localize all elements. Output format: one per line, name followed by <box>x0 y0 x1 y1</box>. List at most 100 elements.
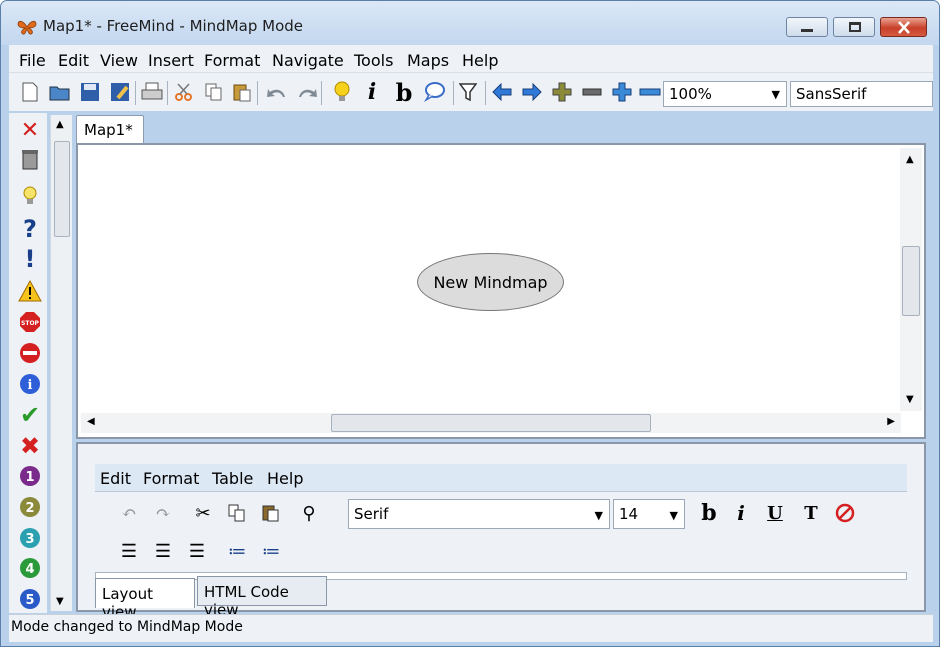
add-child-node-icon[interactable] <box>551 81 573 103</box>
scroll-up-arrow-icon[interactable]: ▲ <box>56 119 64 130</box>
editor-menu-format[interactable]: Format <box>143 469 199 488</box>
exclamation-icon[interactable]: ! <box>17 245 43 273</box>
scroll-down-arrow-icon[interactable]: ▼ <box>56 596 64 607</box>
paste-icon[interactable] <box>260 502 282 524</box>
idea-bulb-icon[interactable] <box>331 81 353 103</box>
note-bubble-icon[interactable] <box>423 81 445 103</box>
zoom-select[interactable]: 100% ▼ <box>663 81 787 107</box>
map-horizontal-scrollbar[interactable]: ◀ ▶ <box>81 413 901 433</box>
tab-map1[interactable]: Map1* <box>76 115 144 143</box>
bold-icon[interactable]: b <box>698 500 720 526</box>
warning-icon[interactable] <box>17 278 43 304</box>
scrollbar-thumb[interactable] <box>331 414 651 432</box>
bullet-list-icon[interactable]: ≔ <box>226 540 248 562</box>
copy-icon[interactable] <box>203 81 225 103</box>
undo-icon[interactable] <box>265 81 287 103</box>
scrollbar-thumb[interactable] <box>54 141 70 237</box>
editor-menu-table[interactable]: Table <box>212 469 253 488</box>
redo-icon[interactable] <box>295 81 317 103</box>
mindmap-canvas[interactable]: New Mindmap <box>81 148 901 411</box>
clear-format-icon[interactable] <box>834 502 856 524</box>
editor-menu-edit[interactable]: Edit <box>100 469 131 488</box>
menu-help[interactable]: Help <box>462 51 498 70</box>
editor-font-select[interactable]: Serif ▼ <box>348 499 610 529</box>
menu-tools[interactable]: Tools <box>354 51 393 70</box>
cut-icon[interactable]: ✂ <box>192 502 214 524</box>
back-arrow-icon[interactable] <box>491 81 513 103</box>
tab-layout-view[interactable]: Layout view <box>95 578 195 621</box>
priority-2-icon[interactable]: 2 <box>17 494 43 520</box>
priority-5-icon[interactable]: 5 <box>17 586 43 612</box>
menu-maps[interactable]: Maps <box>407 51 449 70</box>
no-entry-icon[interactable] <box>17 340 43 366</box>
italic-icon[interactable]: i <box>730 501 752 525</box>
trash-icon[interactable] <box>17 146 43 172</box>
zoom-out-icon[interactable] <box>639 81 661 103</box>
menu-file[interactable]: File <box>19 51 46 70</box>
zoom-in-icon[interactable] <box>611 81 633 103</box>
menu-navigate[interactable]: Navigate <box>272 51 344 70</box>
editor-font-value: Serif <box>354 505 389 523</box>
butterfly-icon <box>17 20 37 35</box>
editor-menu-bar: Edit Format Table Help <box>95 464 907 492</box>
scroll-left-arrow-icon[interactable]: ◀ <box>87 416 95 427</box>
bold-icon[interactable]: b <box>393 78 415 107</box>
map-frame: New Mindmap ▲ ▼ ◀ ▶ <box>76 143 926 439</box>
editor-size-select[interactable]: 14 ▼ <box>613 499 685 529</box>
open-folder-icon[interactable] <box>49 81 71 103</box>
scroll-down-arrow-icon[interactable]: ▼ <box>906 394 914 405</box>
stop-sign-icon[interactable]: STOP <box>17 309 43 335</box>
red-x-icon[interactable]: ✖ <box>17 432 43 460</box>
note-editor: Edit Format Table Help ↶ ↷ ✂ ⚲ Serif ▼ 14… <box>76 442 926 621</box>
idea-bulb-icon[interactable] <box>17 183 43 209</box>
tab-html-code-view[interactable]: HTML Code view <box>197 576 327 619</box>
close-button[interactable] <box>880 17 927 37</box>
undo-icon[interactable]: ↶ <box>118 502 140 524</box>
save-icon[interactable] <box>79 81 101 103</box>
question-icon[interactable]: ? <box>17 215 43 243</box>
scroll-right-arrow-icon[interactable]: ▶ <box>887 416 895 427</box>
maximize-button[interactable] <box>833 17 875 37</box>
underline-icon[interactable]: U <box>764 502 786 524</box>
forward-arrow-icon[interactable] <box>521 81 543 103</box>
menu-format[interactable]: Format <box>204 51 260 70</box>
italic-icon[interactable]: i <box>361 79 383 105</box>
filter-icon[interactable] <box>457 81 479 103</box>
copy-icon[interactable] <box>226 502 248 524</box>
save-as-icon[interactable] <box>109 81 131 103</box>
icon-panel: ✕ ? ! STOP i ✔ ✖ 1 2 3 4 5 <box>9 113 47 613</box>
print-icon[interactable] <box>141 81 163 103</box>
scrollbar-thumb[interactable] <box>902 246 920 316</box>
numbered-list-icon[interactable]: ≔ <box>260 540 282 562</box>
align-center-icon[interactable]: ☰ <box>152 540 174 562</box>
priority-4-icon[interactable]: 4 <box>17 555 43 581</box>
find-binoculars-icon[interactable]: ⚲ <box>298 502 320 524</box>
svg-text:i: i <box>28 378 33 393</box>
new-file-icon[interactable] <box>19 81 41 103</box>
paste-icon[interactable] <box>231 81 253 103</box>
menu-view[interactable]: View <box>100 51 138 70</box>
info-icon[interactable]: i <box>17 371 43 397</box>
menu-edit[interactable]: Edit <box>58 51 89 70</box>
redo-icon[interactable]: ↷ <box>152 502 174 524</box>
align-right-icon[interactable]: ☰ <box>186 540 208 562</box>
minimize-button[interactable] <box>786 17 828 37</box>
priority-3-icon[interactable]: 3 <box>17 525 43 551</box>
scroll-up-arrow-icon[interactable]: ▲ <box>906 154 914 165</box>
align-left-icon[interactable]: ☰ <box>118 540 140 562</box>
svg-text:STOP: STOP <box>21 320 40 327</box>
editor-menu-help[interactable]: Help <box>267 469 303 488</box>
text-color-icon[interactable]: T <box>800 502 822 524</box>
svg-text:1: 1 <box>25 470 34 485</box>
checkmark-icon[interactable]: ✔ <box>17 401 43 429</box>
cut-icon[interactable] <box>173 81 195 103</box>
icon-panel-scrollbar[interactable]: ▲ ▼ <box>50 115 72 611</box>
remove-icon-x-icon[interactable]: ✕ <box>17 117 43 143</box>
remove-node-icon[interactable] <box>581 81 603 103</box>
map-vertical-scrollbar[interactable]: ▲ ▼ <box>900 148 922 411</box>
root-node[interactable]: New Mindmap <box>417 253 564 311</box>
menu-insert[interactable]: Insert <box>148 51 194 70</box>
font-select[interactable]: SansSerif <box>790 81 933 107</box>
priority-1-icon[interactable]: 1 <box>17 463 43 489</box>
svg-text:2: 2 <box>25 501 34 516</box>
